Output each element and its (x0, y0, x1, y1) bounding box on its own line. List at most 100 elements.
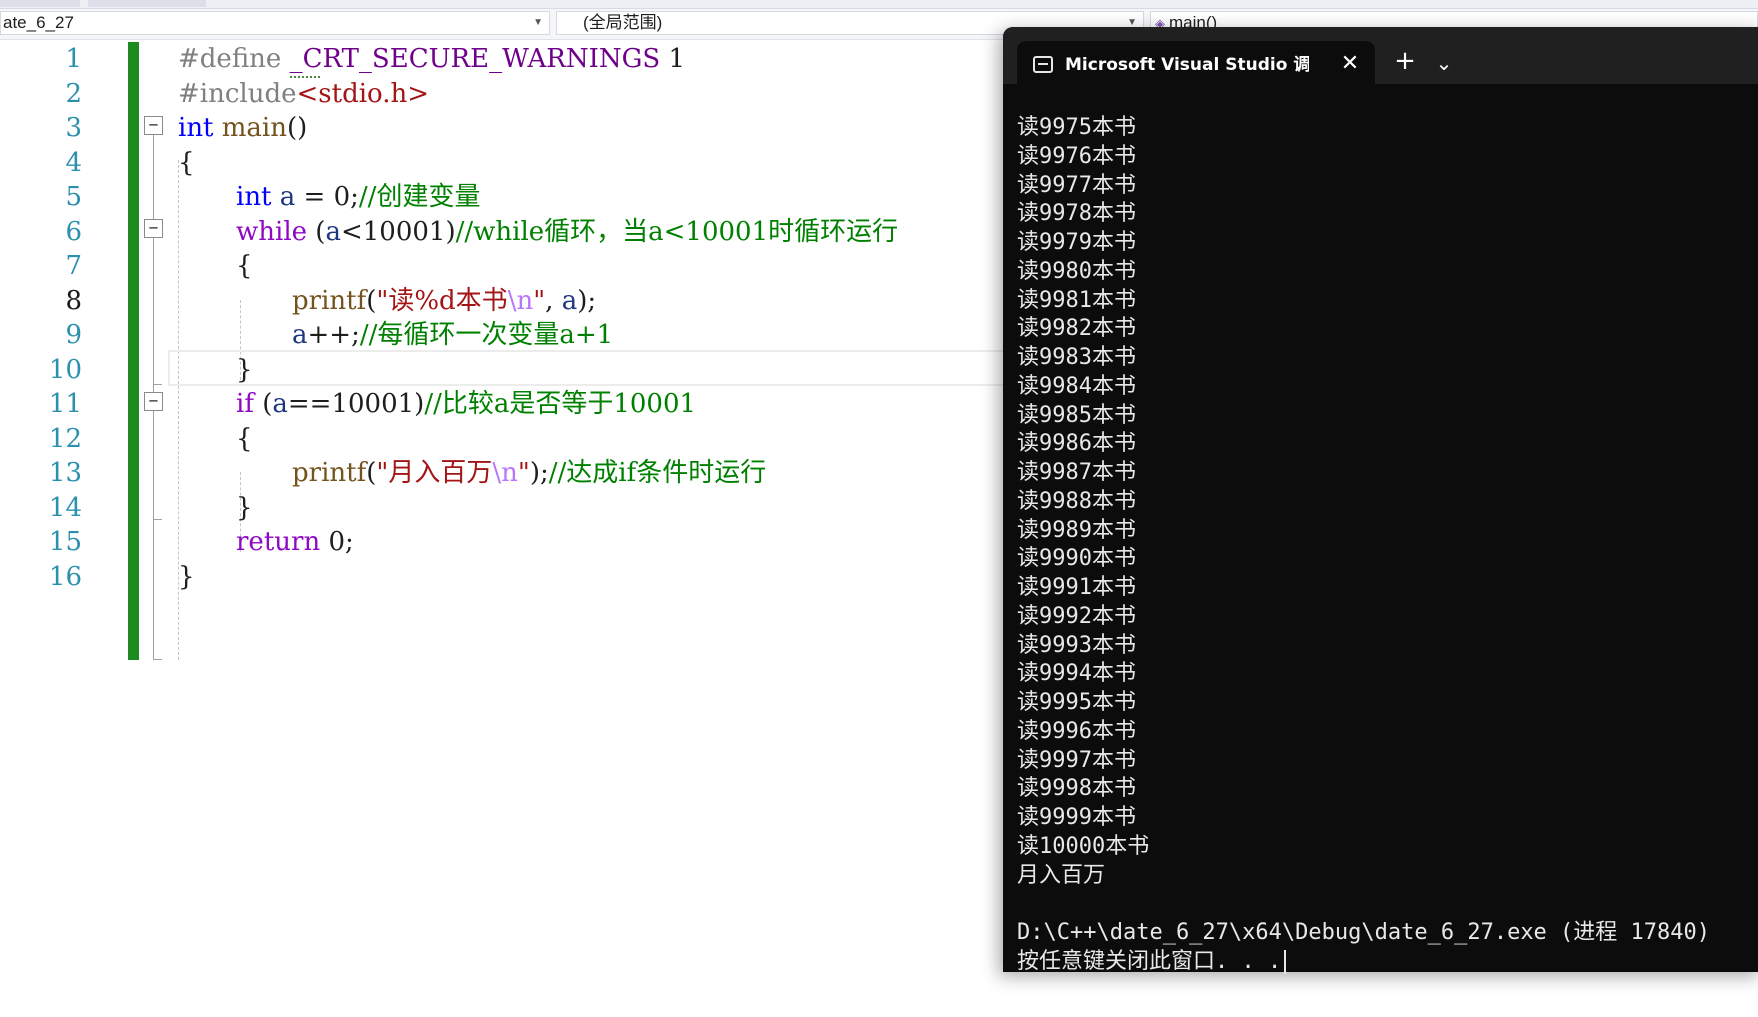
code-line[interactable]: printf("月入百万\n");//达成if条件时运行 (292, 454, 766, 492)
code-token: } (236, 354, 253, 385)
code-editor[interactable]: 1 2 3 4 5 6 7 8 9 10 11 12 13 14 15 16 − − − #define _C… (0, 40, 1010, 1017)
collapse-while-icon[interactable]: − (144, 219, 163, 238)
console-line-text: 读9980本书 (1017, 258, 1136, 284)
code-token: <stdio.h> (296, 78, 430, 109)
code-line[interactable]: #include<stdio.h> (178, 75, 429, 113)
code-token: int (178, 113, 214, 143)
code-token: printf (292, 458, 367, 488)
console-line-text: 读9995本书 (1017, 690, 1136, 715)
console-line: 读9983本书 (1017, 344, 1758, 373)
code-token: a (292, 320, 308, 350)
code-line[interactable]: { (236, 420, 253, 458)
code-line[interactable]: { (236, 247, 253, 285)
code-line[interactable]: return 0; (236, 523, 354, 561)
code-line[interactable]: } (236, 489, 253, 527)
console-line-text: 读9984本书 (1017, 373, 1136, 399)
code-token: a (561, 285, 578, 316)
collapse-main-icon[interactable]: − (144, 116, 163, 135)
code-line[interactable]: while (a<10001)//while循环，当a<10001时循环运行 (236, 213, 898, 251)
line-number: 5 (65, 182, 82, 212)
code-token: \n (492, 458, 518, 488)
code-token: #define (178, 44, 290, 74)
console-line-text: 读9975本书 (1017, 115, 1136, 140)
code-token: " (517, 458, 530, 488)
line-number: 2 (65, 78, 82, 109)
console-titlebar: Microsoft Visual Studio 调试控制台 ✕ + ⌄ (1003, 27, 1758, 91)
code-line[interactable]: int main() (178, 109, 307, 147)
code-token: ( (307, 216, 326, 247)
console-line: 读9975本书 (1017, 114, 1758, 143)
console-line: 读9978本书 (1017, 200, 1758, 229)
console-line-text: 读9977本书 (1017, 172, 1136, 198)
console-line: 读9995本书 (1017, 689, 1758, 718)
console-line-text: 月入百万 (1017, 862, 1106, 888)
console-line-text: 读9987本书 (1017, 460, 1136, 485)
chevron-down-icon[interactable]: ⌄ (1427, 46, 1461, 80)
code-line[interactable]: } (236, 351, 253, 389)
console-line: 读9998本书 (1017, 775, 1758, 804)
code-token: } (178, 561, 195, 592)
console-line: 读9992本书 (1017, 603, 1758, 632)
code-token: ( (253, 389, 273, 419)
debug-console-window[interactable]: Microsoft Visual Studio 调试控制台 ✕ + ⌄ 读997… (1003, 27, 1758, 974)
outline-end (153, 384, 162, 385)
line-number: 12 (48, 423, 82, 454)
console-line: 读9993本书 (1017, 632, 1758, 661)
close-icon[interactable]: ✕ (1335, 49, 1365, 79)
code-token: if (236, 389, 254, 419)
console-line: 读9999本书 (1017, 804, 1758, 833)
console-line-text: 读9985本书 (1017, 402, 1136, 428)
console-line: D:\C++\date_6_27\x64\Debug\date_6_27.exe… (1017, 919, 1758, 948)
console-line: 读9988本书 (1017, 488, 1758, 517)
code-line[interactable]: } (178, 558, 195, 596)
console-line-text: 按任意键关闭此窗口. . . (1017, 948, 1282, 974)
console-line: 读9976本书 (1017, 143, 1758, 172)
console-line-text: 读9976本书 (1017, 143, 1136, 169)
code-token: //while循环，当a<10001时循环运行 (455, 216, 899, 247)
code-token: int (236, 182, 272, 212)
console-line: 读9987本书 (1017, 459, 1758, 488)
console-line: 读9985本书 (1017, 402, 1758, 431)
console-line: 读9990本书 (1017, 545, 1758, 574)
document-tab[interactable] (0, 0, 80, 7)
document-tab[interactable] (88, 0, 206, 7)
code-token: ( (366, 285, 377, 316)
console-line: 读9980本书 (1017, 258, 1758, 287)
current-line-highlight (168, 350, 1010, 386)
code-line[interactable]: printf("读%d本书\n", a); (292, 282, 596, 320)
code-line[interactable]: a++;//每循环一次变量a+1 (292, 316, 613, 354)
code-token: { (178, 147, 195, 178)
code-token: a (279, 182, 296, 212)
project-combo[interactable]: ate_6_27 ▼ (0, 11, 550, 35)
line-number: 14 (48, 492, 82, 523)
line-number: 9 (65, 320, 82, 350)
code-token: () (287, 113, 308, 143)
code-token: ( (366, 458, 377, 488)
code-token: ==10001) (287, 389, 425, 419)
console-line: 读9982本书 (1017, 315, 1758, 344)
console-line-text: 读9997本书 (1017, 747, 1136, 773)
console-output[interactable]: 读9975本书 读9976本书 读9977本书 读9978本书 读9979本书 读9980… (1017, 114, 1758, 977)
new-tab-button[interactable]: + (1388, 46, 1422, 80)
project-combo-value: ate_6_27 (3, 13, 74, 32)
code-token: //创建变量 (358, 182, 481, 212)
console-tab[interactable]: Microsoft Visual Studio 调试控制台 ✕ (1017, 41, 1375, 91)
code-token: " (533, 285, 546, 316)
code-line[interactable]: #define _CRT_SECURE_WARNINGS 1 (178, 40, 685, 78)
console-line-text: 读9994本书 (1017, 661, 1136, 687)
code-token: #include (178, 78, 297, 109)
code-token: a (325, 216, 341, 247)
line-number: 8 (65, 285, 82, 316)
code-line[interactable]: if (a==10001)//比较a是否等于10001 (236, 385, 696, 423)
console-line-text: 读9993本书 (1017, 632, 1136, 658)
console-line-text: 读9982本书 (1017, 316, 1136, 342)
code-token: , (545, 285, 562, 316)
console-line-text: 读9996本书 (1017, 718, 1136, 744)
collapse-if-icon[interactable]: − (144, 392, 163, 411)
code-token: "月入百万 (376, 458, 493, 488)
code-line[interactable]: { (178, 144, 195, 182)
code-line[interactable]: int a = 0;//创建变量 (236, 178, 480, 216)
